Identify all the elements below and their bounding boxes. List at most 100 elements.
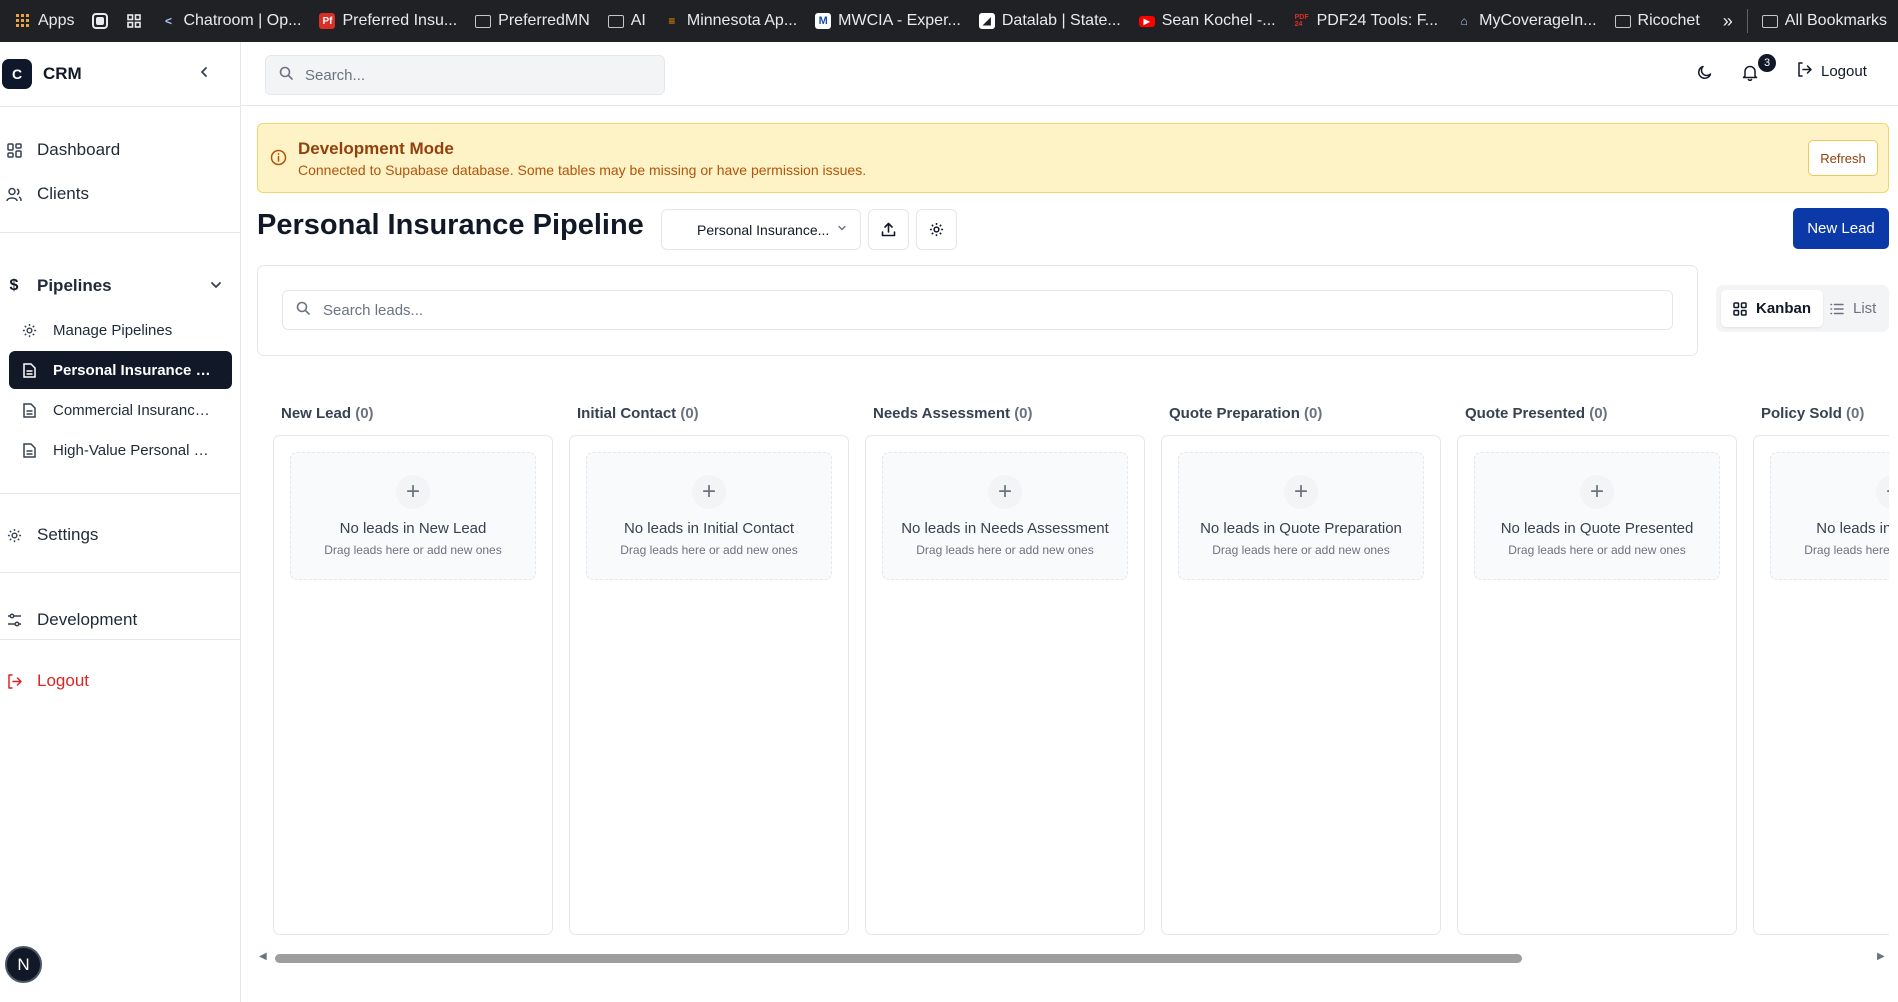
scroll-left-arrow-icon[interactable]: ◀ (259, 951, 267, 962)
sidebar-item-personal-insurance-pipeline[interactable]: Personal Insurance Pipeline (9, 351, 232, 389)
bookmark-pdf24[interactable]: PDF 24 PDF24 Tools: F... (1285, 0, 1448, 42)
users-icon (6, 186, 22, 202)
bookmark-label: Minnesota Ap... (686, 12, 798, 29)
scroll-right-arrow-icon[interactable]: ▶ (1877, 951, 1885, 962)
kanban-column-quote-presented[interactable]: + No leads in Quote Presented Drag leads… (1457, 435, 1737, 935)
logout-icon (1797, 62, 1812, 81)
sidebar-item-high-value-personal-pipeline[interactable]: High-Value Personal Pipeline (9, 431, 232, 469)
global-search[interactable] (265, 55, 665, 95)
bookmark-grid[interactable] (117, 0, 151, 42)
new-lead-button[interactable]: New Lead (1793, 208, 1889, 249)
collapse-sidebar-button[interactable] (194, 65, 214, 83)
empty-column-placeholder[interactable]: + No leads in Quote Preparation Drag lea… (1178, 452, 1424, 580)
plus-icon[interactable]: + (1876, 475, 1889, 509)
global-search-input[interactable] (305, 66, 635, 84)
leads-search[interactable] (282, 290, 1673, 330)
grid-icon (126, 13, 142, 29)
document-icon (21, 402, 37, 418)
bookmark-mwcia[interactable]: M MWCIA - Exper... (806, 0, 970, 42)
sidebar-item-settings[interactable]: Settings (0, 517, 98, 553)
search-icon (279, 66, 293, 85)
bookmark-label: PreferredMN (498, 12, 590, 29)
all-bookmarks-button[interactable]: All Bookmarks (1746, 9, 1896, 33)
theme-toggle-moon-icon[interactable] (1697, 64, 1713, 85)
chevron-down-icon (210, 276, 222, 296)
divider (0, 232, 240, 233)
kanban-column-new-lead[interactable]: + No leads in New Lead Drag leads here o… (273, 435, 553, 935)
notification-count-badge: 3 (1758, 54, 1776, 72)
empty-column-placeholder[interactable]: + No leads in New Lead Drag leads here o… (290, 452, 536, 580)
sidebar-item-logout[interactable]: Logout (0, 663, 89, 699)
chevron-down-icon (837, 223, 847, 236)
plus-icon[interactable]: + (1580, 475, 1614, 509)
column-title: Needs Assessment (0) (873, 405, 1033, 422)
bookmark-label: PDF24 Tools: F... (1316, 12, 1439, 29)
sidebar-item-pipelines[interactable]: $ Pipelines (0, 268, 230, 304)
kanban-column-quote-preparation[interactable]: + No leads in Quote Preparation Drag lea… (1161, 435, 1441, 935)
document-icon (21, 442, 37, 458)
empty-column-placeholder[interactable]: + No leads in Initial Contact Drag leads… (586, 452, 832, 580)
divider (0, 493, 240, 494)
empty-column-subtitle: Drag leads here or add new ones (916, 543, 1094, 557)
bookmarks-overflow-button[interactable]: » (1709, 11, 1747, 32)
list-icon (1830, 303, 1844, 314)
view-kanban-button[interactable]: Kanban (1721, 290, 1824, 327)
sidebar-item-label: Dashboard (37, 140, 121, 159)
empty-column-title: No leads in Initial Contact (623, 520, 795, 537)
leads-search-input[interactable] (323, 301, 1623, 319)
plus-icon[interactable]: + (396, 475, 430, 509)
view-toggle: Kanban List (1716, 285, 1889, 332)
bookmark-chatroom[interactable]: < Chatroom | Op... (151, 0, 310, 42)
sidebar-item-manage-pipelines[interactable]: Manage Pipelines (9, 311, 232, 349)
sidebar-item-label: Manage Pipelines (53, 321, 173, 339)
export-button[interactable] (868, 209, 909, 250)
folder-icon (1761, 14, 1778, 28)
bookmark-ai[interactable]: AI (599, 0, 655, 42)
view-list-label: List (1853, 300, 1877, 317)
header-logout-button[interactable]: Logout (1797, 62, 1867, 81)
apps-grid-icon (15, 13, 31, 29)
empty-column-placeholder[interactable]: + No leads in Policy Sold Drag leads her… (1770, 452, 1889, 580)
extension-icon (92, 13, 109, 29)
kanban-horizontal-scrollbar[interactable]: ◀ ▶ (257, 950, 1889, 966)
bookmark-label: Preferred Insu... (342, 12, 458, 29)
scrollbar-thumb[interactable] (275, 954, 1522, 963)
bookmark-minnesota[interactable]: ≡ Minnesota Ap... (655, 0, 806, 42)
gear-icon (21, 322, 37, 338)
pipeline-settings-button[interactable] (916, 209, 957, 250)
bookmark-label: MyCoverageIn... (1479, 12, 1597, 29)
bookmark-datalab[interactable]: ◢ Datalab | State... (970, 0, 1130, 42)
empty-column-subtitle: Drag leads here or add new ones (324, 543, 502, 557)
kanban-column-policy-sold[interactable]: + No leads in Policy Sold Drag leads her… (1753, 435, 1889, 935)
folder-icon (1614, 14, 1631, 28)
kanban-column-initial-contact[interactable]: + No leads in Initial Contact Drag leads… (569, 435, 849, 935)
pipeline-select[interactable]: Personal Insurance... (661, 209, 861, 250)
avatar[interactable]: N (5, 946, 42, 983)
bookmark-ricochet[interactable]: Ricochet (1606, 0, 1709, 42)
bookmark-preferredmn[interactable]: PreferredMN (466, 0, 599, 42)
bookmark-preferred-insurance[interactable]: Pf Preferred Insu... (310, 0, 466, 42)
bookmark-label: Sean Kochel -... (1161, 12, 1276, 29)
leads-filter-card (257, 265, 1698, 356)
refresh-button[interactable]: Refresh (1808, 140, 1878, 176)
plus-icon[interactable]: + (1284, 475, 1318, 509)
sidebar-item-dashboard[interactable]: Dashboard (0, 132, 120, 168)
empty-column-placeholder[interactable]: + No leads in Needs Assessment Drag lead… (882, 452, 1128, 580)
view-list-button[interactable]: List (1818, 290, 1888, 327)
bookmark-sean-kochel[interactable]: ▶ Sean Kochel -... (1130, 0, 1285, 42)
bookmark-extension[interactable] (83, 0, 117, 42)
bookmark-mycoverage[interactable]: ⌂ MyCoverageIn... (1447, 0, 1605, 42)
kanban-column-needs-assessment[interactable]: + No leads in Needs Assessment Drag lead… (865, 435, 1145, 935)
plus-icon[interactable]: + (692, 475, 726, 509)
divider (0, 572, 240, 573)
notifications-bell-icon[interactable] (1742, 64, 1758, 86)
empty-column-subtitle: Drag leads here or add new ones (1212, 543, 1390, 557)
sidebar-item-clients[interactable]: Clients (0, 176, 89, 212)
sidebar-item-commercial-insurance-pipeline[interactable]: Commercial Insurance Pipeline (9, 391, 232, 429)
bookmark-apps[interactable]: Apps (6, 0, 83, 42)
empty-column-placeholder[interactable]: + No leads in Quote Presented Drag leads… (1474, 452, 1720, 580)
plus-icon[interactable]: + (988, 475, 1022, 509)
sidebar-item-development[interactable]: Development (0, 602, 137, 638)
empty-column-title: No leads in New Lead (339, 520, 487, 537)
banner-message: Connected to Supabase database. Some tab… (298, 162, 867, 178)
